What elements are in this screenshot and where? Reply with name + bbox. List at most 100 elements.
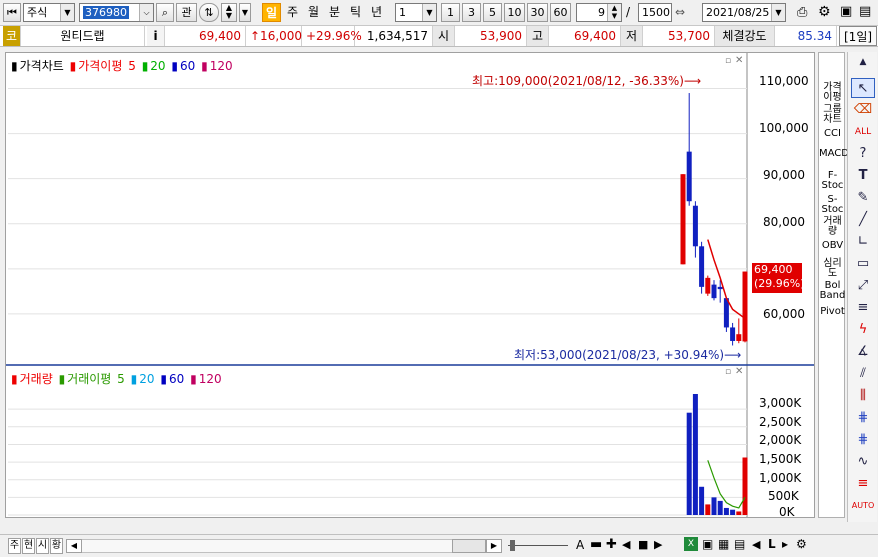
- auto-trend-icon[interactable]: AUTO: [851, 496, 875, 516]
- layout-icon[interactable]: ▦: [718, 537, 729, 551]
- updown-icon[interactable]: ▲ ▼: [221, 3, 237, 22]
- excel-icon[interactable]: X: [684, 537, 698, 551]
- tab-stock[interactable]: 주: [8, 538, 21, 554]
- line-icon[interactable]: ╱: [851, 210, 875, 230]
- tab-status[interactable]: 황: [50, 538, 63, 554]
- indicator-cci[interactable]: CCI: [819, 129, 846, 139]
- interval-select[interactable]: 1 ▼: [395, 3, 437, 22]
- eraser-icon[interactable]: ⌫: [851, 100, 875, 120]
- speed-line-icon[interactable]: ∡: [851, 342, 875, 362]
- indicator-f-stoc[interactable]: F-Stoc: [819, 171, 846, 191]
- refresh-icon[interactable]: ⇅: [199, 3, 219, 22]
- stepper-icon[interactable]: ▲ ▼: [607, 4, 621, 21]
- interval-60-button[interactable]: 60: [550, 3, 571, 22]
- scroll-thumb[interactable]: [452, 539, 486, 553]
- interval-30-button[interactable]: 30: [527, 3, 548, 22]
- scroll-right-icon[interactable]: ▶: [486, 539, 502, 553]
- interval-5-button[interactable]: 5: [483, 3, 502, 22]
- volume-bar: [736, 511, 742, 515]
- help-icon[interactable]: ?: [851, 144, 875, 164]
- indicator-macd[interactable]: MACD: [819, 149, 849, 159]
- rewind-icon[interactable]: ◀: [622, 538, 630, 551]
- total-count-field[interactable]: 1500: [638, 3, 672, 22]
- chevron-down-icon[interactable]: ▼: [60, 4, 74, 21]
- channel-icon[interactable]: ⋕: [851, 408, 875, 428]
- arrow-icon[interactable]: ▸: [782, 537, 788, 551]
- pane-max-icon[interactable]: ▫: [725, 56, 731, 66]
- tab-market[interactable]: 시: [36, 538, 49, 554]
- tab-current[interactable]: 현: [22, 538, 35, 554]
- zoom-out-icon[interactable]: ▬: [590, 537, 602, 552]
- date-picker[interactable]: 2021/08/25 ▼: [702, 3, 786, 22]
- signal-icon[interactable]: ≡: [851, 474, 875, 494]
- pane-max-icon[interactable]: ▫: [725, 367, 731, 377]
- indicator-group-chart[interactable]: 그룹차트: [819, 105, 846, 125]
- fan-icon[interactable]: ⫽: [851, 364, 875, 384]
- zoom-slider[interactable]: [508, 539, 568, 553]
- window-icon[interactable]: ▤: [734, 537, 745, 551]
- chart-area[interactable]: ▮ 가격차트 ▮ 가격이평 5 ▮ 20 ▮ 60 ▮ 120 ▮ 거래량 ▮ 거래이평 5 …: [5, 52, 815, 519]
- print-icon[interactable]: ⎙: [797, 5, 807, 20]
- scroll-left-icon[interactable]: ◀: [66, 539, 82, 553]
- interval-1-button[interactable]: 1: [441, 3, 460, 22]
- l-icon[interactable]: L: [768, 537, 776, 551]
- search-icon[interactable]: ⌕: [156, 3, 174, 22]
- pen-icon[interactable]: ✎: [851, 188, 875, 208]
- cursor-icon[interactable]: ↖: [851, 78, 875, 98]
- save-icon[interactable]: ▣: [702, 537, 713, 551]
- indicator-bollinger[interactable]: Bol Band: [819, 281, 846, 301]
- chevron-down-icon[interactable]: ⌵: [139, 4, 153, 21]
- prev-icon[interactable]: ⏮: [3, 3, 21, 22]
- angle-icon[interactable]: ∟: [851, 232, 875, 252]
- code-input[interactable]: 376980 ⌵: [79, 3, 154, 22]
- period-minute[interactable]: 분: [325, 3, 344, 22]
- delete-all-icon[interactable]: ALL: [851, 122, 875, 142]
- back-icon[interactable]: ◀: [752, 538, 760, 551]
- chevron-down-icon[interactable]: ▼: [422, 4, 436, 21]
- indicator-s-stoc[interactable]: S-Stoc: [819, 195, 846, 215]
- horizontal-lines-icon[interactable]: ≡: [851, 298, 875, 318]
- count-stepper[interactable]: 9 ▲ ▼: [576, 3, 622, 22]
- fit-icon[interactable]: ⇔: [675, 5, 685, 19]
- text-icon[interactable]: T: [851, 166, 875, 186]
- wave-icon[interactable]: ∿: [851, 452, 875, 472]
- chevron-down-icon[interactable]: ▼: [771, 4, 785, 21]
- zoom-slider-handle[interactable]: [510, 540, 515, 551]
- indicator-pivot[interactable]: Pivot: [819, 307, 846, 317]
- stop-icon[interactable]: ■: [638, 538, 648, 551]
- zoom-icon[interactable]: ⤢: [851, 276, 875, 296]
- indicator-volume[interactable]: 거래량: [819, 217, 846, 237]
- window-icon[interactable]: ▤: [859, 4, 871, 19]
- period-tick[interactable]: 틱: [346, 3, 365, 22]
- count-value: 9: [598, 6, 605, 19]
- rect-icon[interactable]: ▭: [851, 254, 875, 274]
- gear-icon[interactable]: ⚙: [818, 4, 831, 20]
- indicator-obv[interactable]: OBV: [819, 241, 846, 251]
- zoom-in-icon[interactable]: ✚: [606, 537, 617, 552]
- interval-10-button[interactable]: 10: [504, 3, 525, 22]
- period-week[interactable]: 주: [283, 3, 302, 22]
- chevron-down-icon[interactable]: ▼: [239, 3, 251, 22]
- indicator-price-ma[interactable]: 가격이평: [819, 83, 846, 103]
- interval-3-button[interactable]: 3: [462, 3, 481, 22]
- period-month[interactable]: 월: [304, 3, 323, 22]
- fib-icon[interactable]: ϟ: [851, 320, 875, 340]
- save-icon[interactable]: ▣: [840, 4, 852, 19]
- font-icon[interactable]: A: [576, 538, 584, 552]
- scroll-up-icon[interactable]: ▲: [851, 52, 875, 72]
- pane-close-icon[interactable]: ✕: [735, 55, 743, 66]
- window-icon[interactable]: [851, 518, 875, 520]
- watch-button[interactable]: 관: [176, 3, 197, 22]
- period-year[interactable]: 년: [367, 3, 386, 22]
- horizontal-scrollbar[interactable]: [82, 539, 486, 553]
- period-day[interactable]: 일: [262, 3, 281, 22]
- chart-svg[interactable]: [6, 53, 814, 517]
- pane-close-icon[interactable]: ✕: [735, 366, 743, 377]
- info-button[interactable]: i: [147, 26, 165, 46]
- indicator-psychology[interactable]: 심리도: [819, 259, 846, 279]
- settings-icon[interactable]: ⚙: [796, 537, 807, 551]
- trend-grid-icon[interactable]: ⋕: [851, 430, 875, 450]
- market-select[interactable]: 주식 ▼: [23, 3, 75, 22]
- cycle-icon[interactable]: ⫼: [851, 386, 875, 406]
- play-icon[interactable]: ▶: [654, 538, 662, 551]
